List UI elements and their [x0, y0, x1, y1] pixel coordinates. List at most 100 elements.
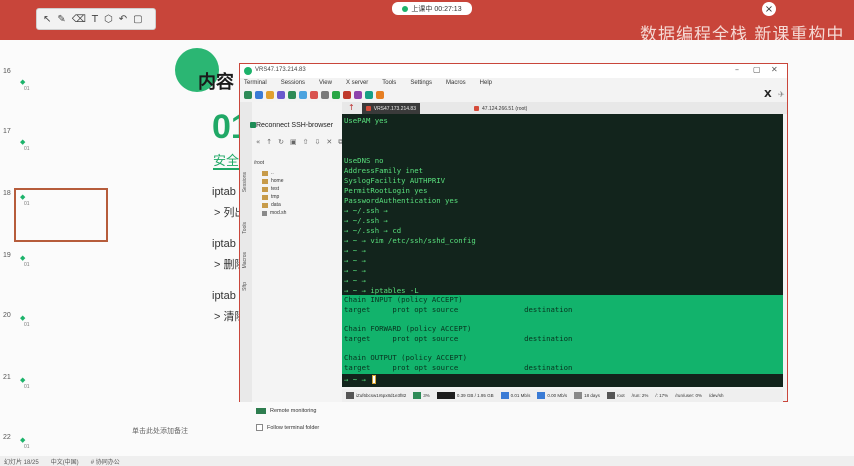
status-memory: 0.39 GB / 1.95 GB — [435, 392, 496, 399]
clear-icon[interactable]: ▢ — [133, 14, 142, 25]
terminal-line: → ~/.ssh → — [344, 206, 388, 215]
terminal-line: → ~ → — [344, 276, 366, 285]
checkbox-icon[interactable] — [256, 424, 263, 431]
folder-icon — [262, 178, 268, 184]
recording-indicator[interactable]: 上课中 00:27:13 — [392, 2, 472, 15]
pointer-icon[interactable]: ↖ — [43, 14, 51, 25]
settings-icon[interactable] — [354, 91, 362, 99]
menu-terminal[interactable]: Terminal — [244, 80, 267, 86]
upload-icon[interactable]: ⇧ — [303, 138, 309, 147]
text-icon[interactable]: T — [92, 14, 98, 25]
pen-icon[interactable]: ✎ — [57, 14, 65, 25]
notes-placeholder[interactable]: 单击此处添加备注 — [132, 426, 188, 436]
vtab-sftp[interactable]: Sftp — [242, 282, 248, 291]
maximize-icon[interactable]: ▢ — [753, 65, 761, 74]
vtab-sessions[interactable]: Sessions — [242, 172, 248, 192]
status-upload: 0.01 Mb/s — [499, 392, 533, 399]
back-icon[interactable]: « — [256, 138, 260, 147]
terminal-line: → ~ → vim /etc/ssh/sshd_config — [344, 236, 476, 245]
tabs-up-arrow-icon[interactable]: ↑ — [348, 103, 355, 112]
remote-monitoring[interactable]: Remote monitoring — [256, 408, 316, 414]
servers-icon[interactable] — [255, 91, 263, 99]
main-toolbar — [240, 88, 787, 102]
reconnect-ssh-browser[interactable]: Reconnect SSH-browser — [256, 122, 333, 129]
user-icon — [606, 392, 615, 399]
output-line: Chain FORWARD (policy ACCEPT) — [344, 324, 472, 333]
slide-icon[interactable]: ◆ — [20, 138, 25, 146]
status-collab[interactable]: # 协同办公 — [91, 457, 120, 466]
eraser-icon[interactable]: ⌫ — [72, 14, 86, 25]
multiexec-icon[interactable] — [321, 91, 329, 99]
games-icon[interactable] — [277, 91, 285, 99]
file-item[interactable]: .. — [262, 170, 274, 176]
tab-session-1[interactable]: VRS47.173.214.83 — [362, 103, 420, 114]
slide-icon[interactable]: ◆ — [20, 376, 25, 384]
sidebar-toolbar: « ↑ ↻ ▣ ⇧ ⇩ ✕ ⧉ ⚙ — [256, 138, 356, 147]
shape-icon[interactable]: ⬡ — [104, 14, 113, 25]
menu-settings[interactable]: Settings — [410, 80, 432, 86]
slide-line-head: iptab — [212, 186, 236, 198]
file-item[interactable]: home — [262, 178, 284, 184]
session-icon[interactable] — [244, 91, 252, 99]
download-icon[interactable]: ⇩ — [315, 138, 321, 147]
slide-icon[interactable]: ◆ — [20, 78, 25, 86]
slide-sub: 01 — [24, 322, 30, 328]
file-item[interactable]: test — [262, 186, 279, 192]
slide-icon[interactable]: ◆ — [20, 254, 25, 262]
terminal-pane[interactable]: UsePAM yes UseDNS no AddressFamily inet … — [342, 114, 783, 387]
new-folder-icon[interactable]: ▣ — [290, 138, 297, 147]
menu-tools[interactable]: Tools — [382, 80, 396, 86]
slide-icon[interactable]: ◆ — [20, 314, 25, 322]
xserver-icon[interactable] — [376, 91, 384, 99]
up-icon[interactable]: ↑ — [266, 138, 272, 147]
close-icon[interactable]: × — [762, 2, 776, 16]
view-icon[interactable] — [299, 91, 307, 99]
tab-session-2[interactable]: 47.124.266.51 (root) — [470, 103, 540, 114]
menu-macros[interactable]: Macros — [446, 80, 466, 86]
menu-sessions[interactable]: Sessions — [281, 80, 305, 86]
pin-icon[interactable]: ✈ — [778, 90, 785, 99]
refresh-icon[interactable]: ↻ — [278, 138, 284, 147]
selected-slide-thumbnail[interactable] — [14, 188, 108, 242]
follow-terminal-folder[interactable]: Follow terminal folder — [256, 424, 319, 431]
host-icon — [346, 392, 354, 399]
mobaxterm-window: VRS47.173.214.83 – ▢ ✕ Terminal Sessions… — [239, 63, 788, 431]
sessions-icon[interactable] — [288, 91, 296, 99]
terminal-prompt: → ~ → — [344, 375, 366, 384]
sidebar-vertical-tabs: Sessions Tools Macros Sftp — [240, 102, 252, 402]
file-item[interactable]: data — [262, 202, 281, 208]
slide-icon[interactable]: ◆ — [20, 436, 25, 444]
tools-icon[interactable] — [266, 91, 274, 99]
monitor-icon — [256, 408, 266, 414]
vtab-tools[interactable]: Tools — [242, 222, 248, 234]
app-logo-icon — [244, 67, 252, 75]
status-cpu: 3% — [411, 392, 432, 399]
minimize-icon[interactable]: – — [735, 65, 739, 74]
undo-icon[interactable]: ↶ — [119, 14, 127, 25]
help-icon[interactable] — [365, 91, 373, 99]
file-item[interactable]: mod.sh — [262, 210, 286, 216]
xserver-x-icon[interactable]: X — [764, 89, 772, 100]
menu-xserver[interactable]: X server — [346, 80, 368, 86]
status-disk-run: /run: 2% — [631, 393, 649, 398]
menu-view[interactable]: View — [319, 80, 332, 86]
download-speed-icon — [537, 392, 546, 399]
delete-icon[interactable]: ✕ — [326, 138, 332, 147]
menu-help[interactable]: Help — [480, 80, 492, 86]
upload-speed-icon — [500, 392, 509, 399]
split-icon[interactable] — [310, 91, 318, 99]
packages-icon[interactable] — [343, 91, 351, 99]
status-uptime: 18 days — [572, 392, 602, 399]
file-icon — [262, 210, 267, 216]
file-item[interactable]: tmp — [262, 194, 279, 200]
slide-sub: 01 — [24, 146, 30, 152]
slide-number: 19 — [3, 252, 11, 259]
vtab-macros[interactable]: Macros — [242, 252, 248, 268]
tunneling-icon[interactable] — [332, 91, 340, 99]
slide-number: 18 — [3, 190, 11, 197]
editor-status-bar: 幻灯片 18/25 中文(中国) # 协同办公 — [0, 456, 854, 466]
output-line: target prot opt source destination — [344, 363, 573, 372]
slide-number: 16 — [3, 68, 11, 75]
file-path[interactable]: /root — [254, 160, 264, 166]
close-window-icon[interactable]: ✕ — [771, 65, 778, 74]
